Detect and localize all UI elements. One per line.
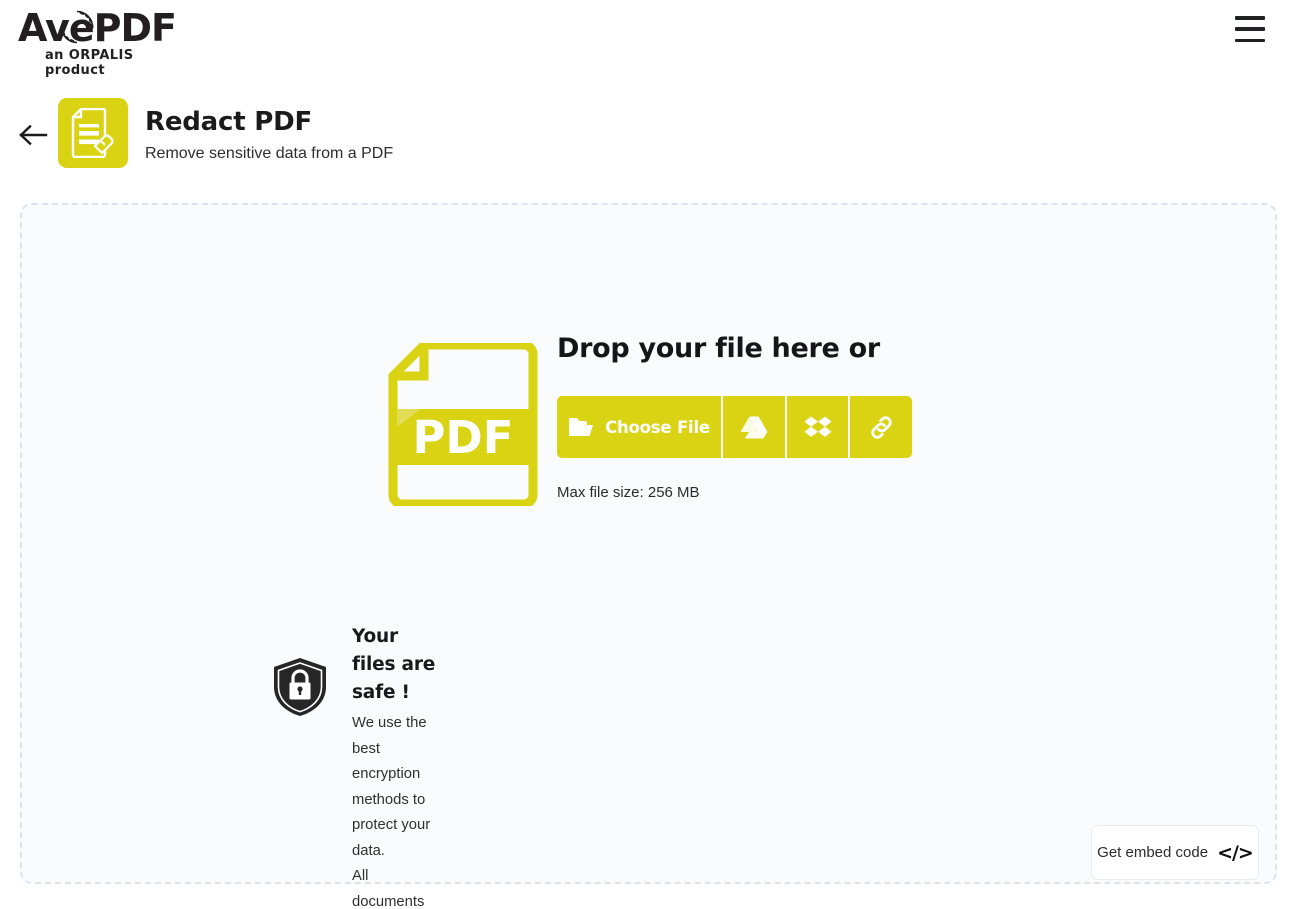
page-header: Redact PDF Remove sensitive data from a …	[0, 96, 1305, 182]
site-header: AvePDF an ORPALIS product	[0, 0, 1305, 78]
tool-icon	[58, 98, 128, 168]
pdf-file-icon: PDF	[388, 343, 538, 506]
site-logo[interactable]: AvePDF an ORPALIS product	[18, 6, 198, 78]
safety-line: All documents are automatically deleted …	[352, 868, 425, 909]
max-file-size-label: Max file size: 256 MB	[557, 484, 700, 501]
safety-text-group: Your files are safe ! We use the best en…	[352, 623, 438, 909]
dropzone-actions: Drop your file here or Choose File Max f…	[557, 333, 912, 501]
shield-lock-icon	[272, 656, 328, 723]
hamburger-bar	[1235, 27, 1265, 31]
dropzone-heading: Drop your file here or	[557, 333, 880, 364]
logo-tagline: an ORPALIS product	[45, 48, 134, 78]
hamburger-bar	[1235, 16, 1265, 20]
choose-file-button[interactable]: Choose File	[557, 396, 721, 458]
choose-file-label: Choose File	[605, 417, 710, 437]
hamburger-menu-icon[interactable]	[1235, 16, 1265, 42]
page-title-group: Redact PDF Remove sensitive data from a …	[145, 106, 393, 167]
google-drive-icon	[740, 416, 768, 438]
safety-title: Your files are safe !	[352, 626, 436, 703]
embed-code-label: Get embed code	[1097, 844, 1209, 861]
dropbox-button[interactable]	[784, 396, 849, 458]
file-dropzone[interactable]: PDF Drop your file here or Choose File M…	[20, 203, 1277, 909]
code-brackets-icon: </>	[1217, 841, 1254, 864]
page-title: Redact PDF	[145, 107, 313, 137]
google-drive-button[interactable]	[721, 396, 785, 458]
logo-wordmark: AvePDF	[18, 6, 177, 50]
link-icon	[870, 415, 892, 439]
file-source-button-group: Choose File	[557, 396, 912, 458]
page-subtitle: Remove sensitive data from a PDF	[145, 145, 394, 162]
safety-line: We use the best encryption methods to pr…	[352, 715, 431, 859]
redact-document-icon	[71, 108, 114, 158]
dropzone-inner: PDF Drop your file here or Choose File M…	[22, 205, 1275, 909]
get-embed-code-button[interactable]: Get embed code </>	[1091, 825, 1259, 880]
hamburger-bar	[1235, 38, 1265, 42]
pdf-badge-text: PDF	[412, 411, 513, 464]
folder-open-icon	[569, 418, 594, 436]
back-arrow-icon[interactable]	[17, 118, 51, 152]
dropbox-icon	[804, 416, 831, 437]
url-link-button[interactable]	[848, 396, 912, 458]
